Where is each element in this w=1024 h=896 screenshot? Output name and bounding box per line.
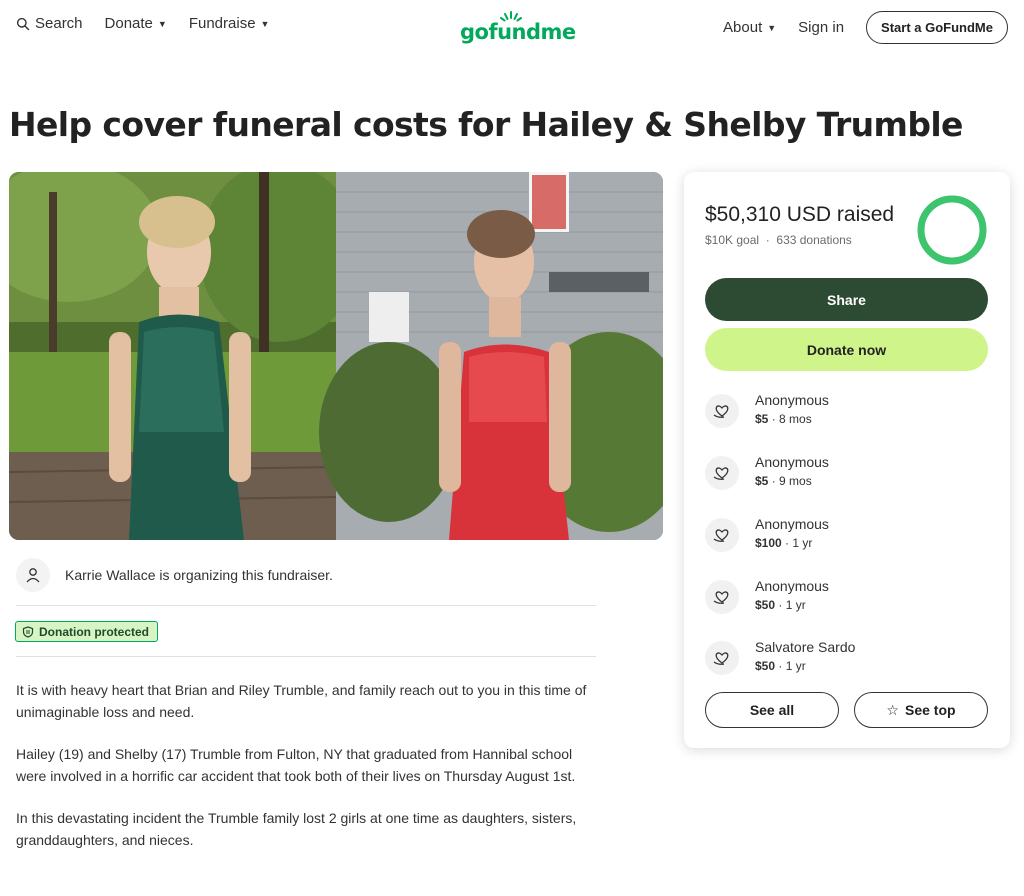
donor-amount-time: $50 · 1 yr xyxy=(755,659,806,673)
donor-name: Salvatore Sardo xyxy=(755,639,856,655)
search-label: Search xyxy=(35,15,83,32)
donor-name: Anonymous xyxy=(755,392,829,408)
donor-amount: $50 xyxy=(755,659,776,673)
gofundme-logo[interactable]: gofundme xyxy=(460,10,576,44)
goal-summary: $10K goal · 633 donations xyxy=(705,233,852,247)
about-menu[interactable]: About ▼ xyxy=(723,19,776,36)
donor-time: 1 yr xyxy=(785,598,806,612)
donor-time: 8 mos xyxy=(779,412,812,426)
campaign-photo xyxy=(9,172,663,540)
see-all-button[interactable]: See all xyxy=(705,692,839,728)
heart-hand-icon xyxy=(705,456,739,490)
sign-in-label: Sign in xyxy=(798,19,845,36)
logo-text: gofundme xyxy=(460,20,576,44)
search-icon xyxy=(16,17,30,30)
start-gofundme-button[interactable]: Start a GoFundMe xyxy=(866,11,1008,44)
donor-item: Anonymous $50 · 1 yr xyxy=(705,578,995,624)
story-paragraph: It is with heavy heart that Brian and Ri… xyxy=(16,682,587,720)
fundraise-menu-label: Fundraise xyxy=(188,15,256,32)
shield-icon xyxy=(22,625,34,638)
donor-amount-time: $100 · 1 yr xyxy=(755,536,813,550)
search-link[interactable]: Search xyxy=(16,15,83,32)
heart-hand-icon xyxy=(705,518,739,552)
donor-item: Salvatore Sardo $50 · 1 yr xyxy=(705,639,995,685)
sign-in-link[interactable]: Sign in xyxy=(798,19,844,36)
donor-amount: $5 xyxy=(755,474,769,488)
star-icon: ☆ xyxy=(886,701,899,718)
donor-time: 1 yr xyxy=(785,659,806,673)
donor-amount: $50 xyxy=(755,598,776,612)
donor-amount: $100 xyxy=(755,536,782,550)
see-top-button[interactable]: ☆ See top xyxy=(854,692,988,728)
see-all-label: See all xyxy=(749,702,795,718)
chevron-down-icon: ▼ xyxy=(260,19,270,29)
donor-amount-time: $5 · 8 mos xyxy=(755,412,812,426)
donor-name: Anonymous xyxy=(755,454,829,470)
progress-ring xyxy=(917,195,987,265)
nav-left: Search Donate ▼ Fundraise ▼ xyxy=(16,15,269,32)
donor-item: Anonymous $5 · 8 mos xyxy=(705,392,995,438)
organizer-row[interactable]: Karrie Wallace is organizing this fundra… xyxy=(16,558,596,592)
amount-raised: $50,310 USD raised xyxy=(705,203,895,226)
chevron-down-icon: ▼ xyxy=(767,23,777,33)
donate-menu-label: Donate xyxy=(104,15,153,32)
donate-now-button[interactable]: Donate now xyxy=(705,328,988,371)
donation-protected-badge[interactable]: Donation protected xyxy=(15,621,158,642)
chevron-down-icon: ▼ xyxy=(157,19,167,29)
organizer-text: Karrie Wallace is organizing this fundra… xyxy=(65,567,333,583)
badge-label: Donation protected xyxy=(39,624,149,639)
donor-time: 9 mos xyxy=(779,474,812,488)
story-paragraph: In this devastating incident the Trumble… xyxy=(16,810,577,848)
story-text: It is with heavy heart that Brian and Ri… xyxy=(16,679,596,871)
donor-time: 1 yr xyxy=(792,536,813,550)
heart-hand-icon xyxy=(705,641,739,675)
donor-amount-time: $50 · 1 yr xyxy=(755,598,806,612)
story-paragraph: Hailey (19) and Shelby (17) Trumble from… xyxy=(16,746,576,784)
donor-amount-time: $5 · 9 mos xyxy=(755,474,812,488)
separator-dot: · xyxy=(762,233,777,247)
heart-hand-icon xyxy=(705,394,739,428)
donor-item: Anonymous $5 · 9 mos xyxy=(705,454,995,500)
top-navigation: Search Donate ▼ Fundraise ▼ gofundme Abo… xyxy=(0,0,1024,54)
goal-amount: $10K goal xyxy=(705,233,760,247)
donor-item: Anonymous $100 · 1 yr xyxy=(705,516,995,562)
donor-name: Anonymous xyxy=(755,578,829,594)
donor-name: Anonymous xyxy=(755,516,829,532)
share-button[interactable]: Share xyxy=(705,278,988,321)
fundraise-menu[interactable]: Fundraise ▼ xyxy=(189,15,270,32)
divider xyxy=(16,656,596,657)
page-title: Help cover funeral costs for Hailey & Sh… xyxy=(9,105,963,144)
divider xyxy=(16,605,596,606)
avatar xyxy=(16,558,50,592)
heart-hand-icon xyxy=(705,580,739,614)
donor-amount: $5 xyxy=(755,412,769,426)
donate-menu[interactable]: Donate ▼ xyxy=(105,15,167,32)
donation-count: 633 donations xyxy=(776,233,852,247)
donation-card: $50,310 USD raised $10K goal · 633 donat… xyxy=(684,172,1010,748)
about-menu-label: About xyxy=(723,19,763,36)
user-icon xyxy=(26,568,40,583)
see-top-label: See top xyxy=(904,702,956,718)
nav-right: About ▼ Sign in Start a GoFundMe xyxy=(723,11,1008,44)
